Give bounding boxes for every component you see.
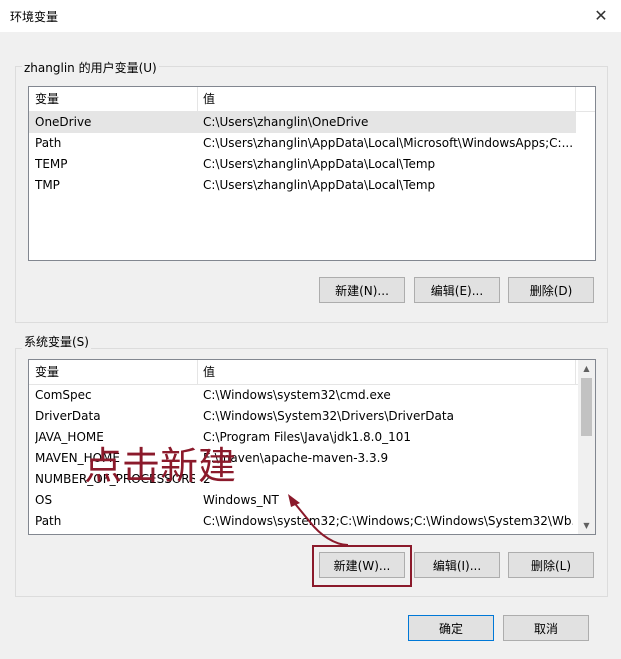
close-icon[interactable]: ✕ bbox=[591, 4, 611, 26]
column-header-value[interactable]: 值 bbox=[197, 360, 577, 384]
system-variables-label: 系统变量(S) bbox=[22, 333, 91, 350]
table-row[interactable]: DriverData C:\Windows\System32\Drivers\D… bbox=[29, 406, 576, 427]
user-variables-label: zhanglin 的用户变量(U) bbox=[22, 59, 159, 76]
table-row[interactable]: ComSpec C:\Windows\system32\cmd.exe bbox=[29, 385, 576, 406]
ok-button[interactable]: 确定 bbox=[408, 615, 494, 641]
list-header: 变量 值 bbox=[29, 360, 595, 385]
table-row[interactable]: OneDrive C:\Users\zhanglin\OneDrive bbox=[29, 112, 576, 133]
user-variables-list[interactable]: 变量 值 OneDrive C:\Users\zhanglin\OneDrive… bbox=[28, 86, 596, 261]
system-delete-button[interactable]: 删除(L) bbox=[508, 552, 594, 578]
table-row[interactable]: TEMP C:\Users\zhanglin\AppData\Local\Tem… bbox=[29, 154, 576, 175]
scroll-thumb[interactable] bbox=[581, 378, 592, 436]
annotation-highlight-box bbox=[312, 545, 412, 587]
column-header-value[interactable]: 值 bbox=[197, 87, 577, 111]
vertical-scrollbar[interactable]: ▲ ▼ bbox=[578, 360, 595, 534]
window-title: 环境变量 bbox=[10, 10, 59, 24]
table-row[interactable]: OS Windows_NT bbox=[29, 490, 576, 511]
table-row[interactable]: Path C:\Users\zhanglin\AppData\Local\Mic… bbox=[29, 133, 576, 154]
column-header-variable[interactable]: 变量 bbox=[29, 87, 197, 111]
system-edit-button[interactable]: 编辑(I)... bbox=[414, 552, 500, 578]
table-row[interactable]: TMP C:\Users\zhanglin\AppData\Local\Temp bbox=[29, 175, 576, 196]
column-header-variable[interactable]: 变量 bbox=[29, 360, 197, 384]
user-delete-button[interactable]: 删除(D) bbox=[508, 277, 594, 303]
title-bar: 环境变量 ✕ bbox=[0, 0, 621, 32]
table-row[interactable]: Path C:\Windows\system32;C:\Windows;C:\W… bbox=[29, 511, 576, 532]
scroll-down-icon[interactable]: ▼ bbox=[578, 517, 595, 534]
user-edit-button[interactable]: 编辑(E)... bbox=[414, 277, 500, 303]
cancel-button[interactable]: 取消 bbox=[503, 615, 589, 641]
scroll-up-icon[interactable]: ▲ bbox=[578, 360, 595, 377]
user-new-button[interactable]: 新建(N)... bbox=[319, 277, 405, 303]
annotation-text: 点击新建 bbox=[84, 444, 237, 488]
list-header: 变量 值 bbox=[29, 87, 595, 112]
